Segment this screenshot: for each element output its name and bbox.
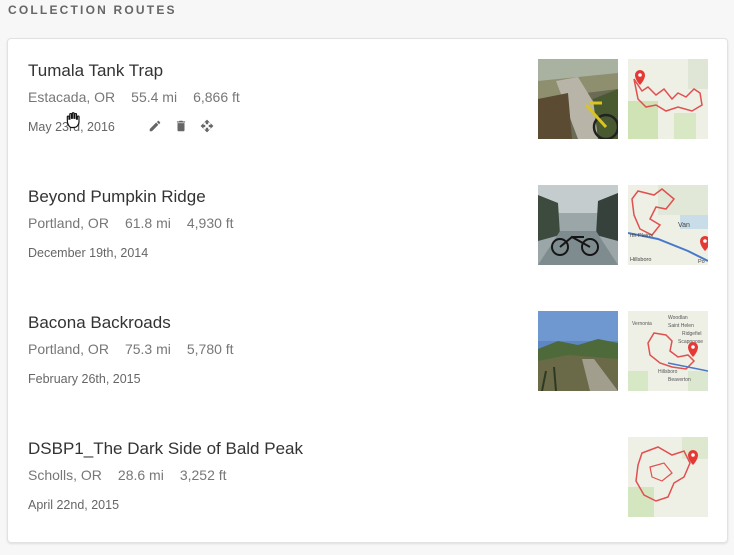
map-label: Vernonia (632, 321, 652, 327)
edit-icon[interactable] (146, 117, 164, 135)
delete-icon[interactable] (172, 117, 190, 135)
route-item[interactable]: Beyond Pumpkin Ridge Portland, OR 61.8 m… (8, 165, 727, 283)
route-map[interactable] (628, 59, 708, 139)
map-label: Beaverton (668, 377, 691, 383)
route-map[interactable] (628, 437, 708, 517)
route-distance: 61.8 mi (124, 215, 171, 231)
route-location: Portland, OR (28, 215, 109, 231)
route-location: Scholls, OR (28, 467, 102, 483)
route-actions (146, 117, 216, 135)
route-item[interactable]: DSBP1_The Dark Side of Bald Peak Scholls… (8, 417, 727, 535)
route-date: April 22nd, 2015 (28, 498, 120, 512)
route-meta: Portland, OR 61.8 mi 4,930 ft (28, 215, 234, 231)
route-date: December 19th, 2014 (28, 246, 149, 260)
route-distance: 75.3 mi (124, 341, 171, 357)
map-label: rth Plains (630, 233, 653, 239)
route-date: February 26th, 2015 (28, 372, 141, 386)
route-elevation: 3,252 ft (179, 467, 227, 483)
route-map[interactable]: Woodlan Saint Helen Vernonia Ridgefiel S… (628, 311, 708, 391)
move-icon[interactable] (198, 117, 216, 135)
route-location: Estacada, OR (28, 89, 116, 105)
route-name[interactable]: Bacona Backroads (28, 313, 171, 333)
route-elevation: 6,866 ft (193, 89, 240, 105)
routes-card: Tumala Tank Trap Estacada, OR 55.4 mi 6,… (7, 38, 728, 543)
map-label: Po (698, 259, 705, 265)
route-elevation: 4,930 ft (186, 215, 234, 231)
route-item[interactable]: Tumala Tank Trap Estacada, OR 55.4 mi 6,… (8, 39, 727, 157)
route-photo[interactable] (538, 185, 618, 265)
map-label: Ridgefiel (682, 331, 701, 337)
route-name[interactable]: DSBP1_The Dark Side of Bald Peak (28, 439, 303, 459)
map-label: Van (678, 222, 690, 229)
map-label: Hillsboro (658, 369, 678, 375)
route-distance: 28.6 mi (117, 467, 164, 483)
route-meta: Portland, OR 75.3 mi 5,780 ft (28, 341, 234, 357)
hand-cursor-icon (64, 110, 84, 130)
map-label: Woodlan (668, 315, 688, 321)
route-name[interactable]: Beyond Pumpkin Ridge (28, 187, 206, 207)
route-name[interactable]: Tumala Tank Trap (28, 61, 163, 81)
route-photo[interactable] (538, 59, 618, 139)
route-map[interactable]: Van rth Plains Hillsboro Po (628, 185, 708, 265)
route-photo[interactable] (538, 311, 618, 391)
route-elevation: 5,780 ft (186, 341, 234, 357)
map-label: Saint Helen (668, 323, 694, 329)
map-label: Hillsboro (630, 257, 651, 263)
route-distance: 55.4 mi (131, 89, 178, 105)
route-item[interactable]: Bacona Backroads Portland, OR 75.3 mi 5,… (8, 291, 727, 409)
section-title: COLLECTION ROUTES (8, 3, 177, 17)
route-meta: Scholls, OR 28.6 mi 3,252 ft (28, 467, 227, 483)
route-location: Portland, OR (28, 341, 109, 357)
route-meta: Estacada, OR 55.4 mi 6,866 ft (28, 89, 240, 105)
